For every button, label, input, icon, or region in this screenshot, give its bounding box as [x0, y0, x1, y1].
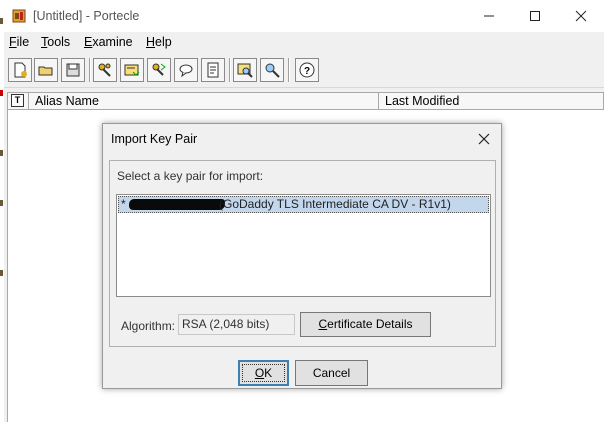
maximize-icon — [530, 11, 540, 21]
keystore-table-header: T Alias Name Last Modified — [7, 92, 604, 110]
select-key-pair-prompt: Select a key pair for import: — [117, 169, 264, 183]
menu-bar: File Tools Examine Help — [4, 32, 604, 54]
examine-certificate-icon — [237, 63, 253, 78]
algorithm-field: RSA (2,048 bits) — [178, 314, 295, 335]
edge-artifact — [0, 200, 3, 206]
certificate-import-icon — [124, 64, 140, 76]
maximize-button[interactable] — [512, 0, 558, 32]
redacted-alias — [129, 199, 225, 210]
edge-artifact — [0, 270, 3, 276]
ok-button[interactable]: OK — [238, 360, 289, 386]
open-keystore-button[interactable] — [34, 58, 58, 82]
import-key-pair-button[interactable] — [147, 58, 171, 82]
last-modified-column-header[interactable]: Last Modified — [385, 94, 459, 108]
dialog-close-button[interactable] — [473, 128, 495, 150]
menu-file[interactable]: File — [9, 35, 29, 49]
save-keystore-button[interactable] — [61, 58, 85, 82]
magnifier-icon — [265, 63, 280, 78]
title-bar: [Untitled] - Portecle — [4, 0, 604, 32]
new-keystore-button[interactable] — [8, 58, 32, 82]
column-divider — [378, 93, 379, 109]
toolbar-separator — [288, 58, 290, 82]
toolbar-separator — [229, 58, 231, 82]
toolbar: ? — [4, 55, 604, 88]
close-icon — [478, 133, 490, 145]
key-pair-icon — [98, 63, 111, 77]
help-icon: ? — [299, 62, 315, 78]
open-folder-icon — [38, 66, 53, 76]
key-pair-prefix: * — [121, 197, 126, 211]
import-trusted-certificate-button[interactable] — [120, 58, 144, 82]
edge-artifact — [0, 90, 3, 96]
set-password-button[interactable] — [174, 58, 198, 82]
key-import-icon — [152, 63, 166, 76]
close-window-button[interactable] — [558, 0, 604, 32]
alias-name-column-header[interactable]: Alias Name — [35, 94, 99, 108]
import-key-pair-dialog: Import Key Pair Select a key pair for im… — [102, 123, 502, 389]
generate-key-pair-button[interactable] — [93, 58, 117, 82]
save-disk-icon — [66, 63, 80, 77]
edge-artifact — [0, 18, 3, 24]
report-icon — [207, 62, 219, 78]
key-pair-description: (GoDaddy TLS Intermediate CA DV - R1v1) — [219, 197, 451, 211]
key-pair-list-item[interactable]: * (GoDaddy TLS Intermediate CA DV - R1v1… — [118, 196, 489, 213]
dialog-title: Import Key Pair — [111, 132, 198, 146]
svg-text:?: ? — [304, 66, 310, 77]
keystore-report-button[interactable] — [201, 58, 225, 82]
cancel-button[interactable]: Cancel — [295, 360, 368, 386]
speech-bubble-icon — [179, 64, 193, 78]
menu-tools[interactable]: Tools — [41, 35, 70, 49]
new-document-icon — [14, 62, 27, 78]
examine-ssl-button[interactable] — [260, 58, 284, 82]
minimize-button[interactable] — [466, 0, 512, 32]
help-button[interactable]: ? — [295, 58, 319, 82]
algorithm-label: Algorithm: — [121, 319, 176, 333]
toolbar-separator — [89, 58, 91, 82]
menu-examine[interactable]: Examine — [84, 35, 133, 49]
examine-certificate-button[interactable] — [233, 58, 257, 82]
menu-help[interactable]: Help — [146, 35, 172, 49]
column-divider — [28, 93, 29, 109]
minimize-icon — [484, 15, 494, 17]
entry-type-column-icon[interactable]: T — [11, 94, 24, 107]
edge-artifact — [0, 150, 3, 156]
window-title: [Untitled] - Portecle — [33, 9, 140, 23]
portecle-app-icon — [11, 8, 27, 24]
close-icon — [575, 10, 587, 22]
key-pair-panel: Select a key pair for import: * (GoDaddy… — [109, 160, 496, 347]
key-pair-list[interactable]: * (GoDaddy TLS Intermediate CA DV - R1v1… — [116, 194, 491, 297]
certificate-details-button[interactable]: Certificate Details — [300, 312, 431, 337]
